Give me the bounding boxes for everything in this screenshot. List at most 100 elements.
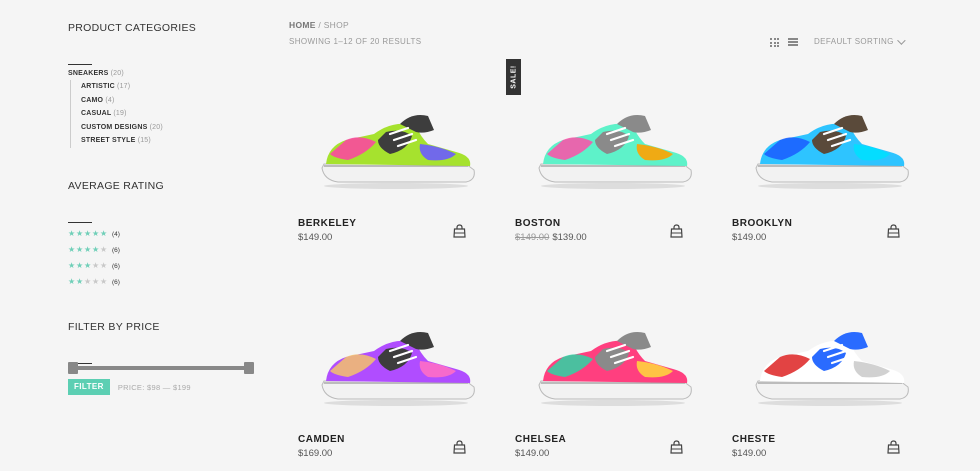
star-icon: ★ xyxy=(76,229,84,238)
slider-handle-min[interactable] xyxy=(68,362,78,374)
star-icon: ★ xyxy=(92,261,100,270)
product-current-price: $149.00 xyxy=(298,232,333,243)
product-current-price: $139.00 xyxy=(552,232,587,243)
breadcrumb-current: / SHOP xyxy=(315,20,349,30)
category-count: (20) xyxy=(149,123,163,131)
product-image[interactable] xyxy=(750,327,910,407)
list-view-icon[interactable] xyxy=(788,38,798,46)
category-item-camo[interactable]: Camo (4) xyxy=(81,94,163,108)
product-price: $149.00 xyxy=(732,232,766,243)
rating-divider xyxy=(68,222,92,223)
category-item-artistic[interactable]: Artistic (17) xyxy=(81,80,163,94)
rating-filter-row[interactable]: ★ ★ ★ ★ ★ (6) xyxy=(68,274,120,290)
product-current-price: $149.00 xyxy=(732,232,767,243)
slider-track xyxy=(70,366,252,370)
star-icon: ★ xyxy=(68,277,76,286)
category-count: (20) xyxy=(110,70,124,77)
product-current-price: $149.00 xyxy=(732,448,767,459)
star-icon: ★ xyxy=(92,229,100,238)
category-label[interactable]: Sneakers xyxy=(68,70,109,77)
chevron-down-icon xyxy=(896,35,906,45)
star-icon: ★ xyxy=(68,229,76,238)
rating-filter-list: ★ ★ ★ ★ ★ (4) ★ ★ ★ ★ ★ (6) ★ ★ ★ ★ ★ (6) ★ ★ ★ ★ ★ (6) xyxy=(68,226,120,290)
star-icon: ★ xyxy=(100,277,108,286)
category-list: Sneakers (20) Artistic (17) Camo (4) Cas… xyxy=(68,67,163,148)
grid-view-icon[interactable] xyxy=(770,38,779,47)
star-icon: ★ xyxy=(92,245,100,254)
rating-count: (6) xyxy=(112,278,120,286)
breadcrumb-home[interactable]: HOME xyxy=(289,20,316,30)
star-icon: ★ xyxy=(68,261,76,270)
product-price: $149.00 xyxy=(515,448,549,459)
star-icon: ★ xyxy=(84,245,92,254)
category-children: Artistic (17) Camo (4) Casual (19) Custo… xyxy=(70,80,163,148)
product-price: $169.00 xyxy=(298,448,332,459)
rating-count: (6) xyxy=(112,262,120,270)
sort-label[interactable]: DEFAULT SORTING xyxy=(814,37,894,46)
product-name[interactable]: CAMDEN xyxy=(298,434,345,445)
star-icon: ★ xyxy=(84,277,92,286)
shopping-bag-icon[interactable] xyxy=(453,440,466,454)
rating-title: Average Rating xyxy=(68,180,164,192)
star-icon: ★ xyxy=(84,229,92,238)
category-item-street-style[interactable]: Street Style (15) xyxy=(81,134,163,148)
category-item-custom-designs[interactable]: Custom Designs (20) xyxy=(81,121,163,135)
shopping-bag-icon[interactable] xyxy=(670,440,683,454)
product-name[interactable]: CHELSEA xyxy=(515,434,566,445)
shopping-bag-icon[interactable] xyxy=(887,224,900,238)
star-rating: ★ ★ ★ ★ ★ xyxy=(68,278,108,286)
star-icon: ★ xyxy=(68,245,76,254)
product-current-price: $169.00 xyxy=(298,448,333,459)
sort-dropdown[interactable]: DEFAULT SORTING xyxy=(814,35,906,46)
star-icon: ★ xyxy=(100,245,108,254)
product-image[interactable] xyxy=(533,110,693,190)
star-icon: ★ xyxy=(76,245,84,254)
category-label[interactable]: Custom Designs xyxy=(81,124,147,131)
product-name[interactable]: CHESTE xyxy=(732,434,776,445)
category-label[interactable]: Artistic xyxy=(81,83,115,90)
product-image[interactable] xyxy=(533,327,693,407)
product-name[interactable]: BROOKLYN xyxy=(732,218,792,229)
category-count: (17) xyxy=(117,83,131,90)
star-icon: ★ xyxy=(100,229,108,238)
rating-filter-row[interactable]: ★ ★ ★ ★ ★ (6) xyxy=(68,258,120,274)
category-count: (4) xyxy=(105,96,115,104)
rating-count: (6) xyxy=(112,246,120,254)
category-label[interactable]: Street Style xyxy=(81,137,136,144)
categories-title: Product Categories xyxy=(68,22,197,34)
star-icon: ★ xyxy=(76,261,84,270)
shopping-bag-icon[interactable] xyxy=(887,440,900,454)
product-current-price: $149.00 xyxy=(515,448,550,459)
shopping-bag-icon[interactable] xyxy=(453,224,466,238)
sale-badge-label: SALE! xyxy=(510,65,517,89)
filter-button[interactable]: FILTER xyxy=(68,379,110,395)
star-icon: ★ xyxy=(100,261,108,270)
category-count: (15) xyxy=(137,137,151,144)
shopping-bag-icon[interactable] xyxy=(670,224,683,238)
category-label[interactable]: Camo xyxy=(81,97,103,104)
product-image[interactable] xyxy=(750,110,910,190)
star-icon: ★ xyxy=(76,277,84,286)
rating-filter-row[interactable]: ★ ★ ★ ★ ★ (4) xyxy=(68,226,120,242)
rating-count: (4) xyxy=(112,230,120,238)
star-rating: ★ ★ ★ ★ ★ xyxy=(68,262,108,270)
category-item-casual[interactable]: Casual (19) xyxy=(81,107,163,121)
product-price: $149.00 xyxy=(732,448,766,459)
star-rating: ★ ★ ★ ★ ★ xyxy=(68,246,108,254)
price-range-slider[interactable] xyxy=(68,362,254,374)
product-image[interactable] xyxy=(316,110,476,190)
product-price: $149.00 xyxy=(298,232,332,243)
category-item-sneakers[interactable]: Sneakers (20) xyxy=(68,67,163,80)
star-rating: ★ ★ ★ ★ ★ xyxy=(68,230,108,238)
filter-row: FILTER PRICE: $98 — $199 xyxy=(68,379,191,395)
slider-handle-max[interactable] xyxy=(244,362,254,374)
category-label[interactable]: Casual xyxy=(81,110,111,117)
breadcrumb: HOME / SHOP xyxy=(289,20,349,30)
product-image[interactable] xyxy=(316,327,476,407)
result-count: SHOWING 1–12 OF 20 RESULTS xyxy=(289,37,422,46)
star-icon: ★ xyxy=(92,277,100,286)
product-name[interactable]: BERKELEY xyxy=(298,218,356,229)
rating-filter-row[interactable]: ★ ★ ★ ★ ★ (6) xyxy=(68,242,120,258)
product-name[interactable]: BOSTON xyxy=(515,218,561,229)
categories-divider xyxy=(68,64,92,65)
